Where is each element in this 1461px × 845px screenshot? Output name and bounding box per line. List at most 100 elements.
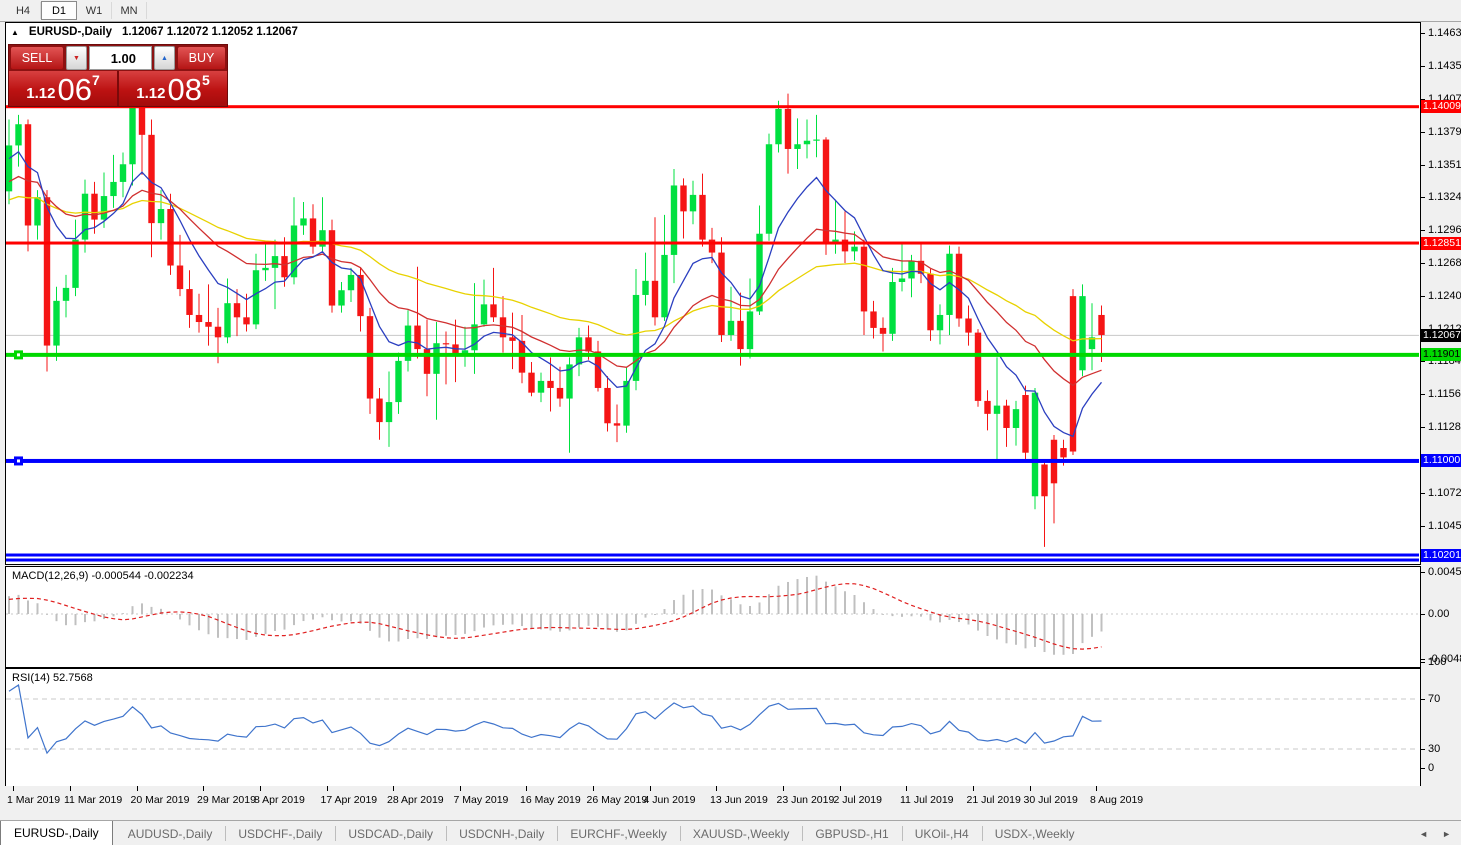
date-tick bbox=[839, 786, 841, 791]
candle-body bbox=[794, 144, 801, 149]
price-tick-label: 1.12400 bbox=[1428, 290, 1461, 303]
candle-body bbox=[72, 239, 79, 288]
candle-body bbox=[803, 140, 811, 145]
tab-scroll-right-icon[interactable]: ► bbox=[1442, 829, 1451, 839]
sell-price-display[interactable]: 1.12 06 7 bbox=[9, 71, 119, 106]
candle-body bbox=[224, 303, 231, 338]
rsi-tick-label: 70 bbox=[1428, 693, 1441, 705]
price-tick bbox=[1421, 361, 1425, 363]
date-tick-label: 20 Mar 2019 bbox=[130, 794, 190, 806]
candle-body bbox=[186, 289, 193, 315]
tab-scroll-controls: ◄ ► bbox=[1419, 821, 1461, 845]
candle-body bbox=[613, 423, 621, 426]
date-axis[interactable]: 1 Mar 2019 11 Mar 2019 20 Mar 2019 29 Mar 2… bbox=[5, 786, 1421, 818]
sell-button[interactable]: SELL bbox=[10, 46, 64, 70]
candle-body bbox=[936, 314, 944, 331]
price-tick bbox=[1421, 525, 1425, 527]
candle-body bbox=[1003, 405, 1010, 428]
price-tick bbox=[1421, 493, 1425, 495]
date-tick bbox=[393, 786, 394, 791]
chart-tab-usdcad-daily[interactable]: USDCAD-,Daily bbox=[335, 821, 446, 845]
collapse-triangle-icon[interactable]: ▲ bbox=[11, 28, 19, 37]
level-price-label: 1.11000 bbox=[1421, 454, 1461, 468]
date-tick-label: 11 Jul 2019 bbox=[900, 794, 954, 806]
candle-body bbox=[1031, 392, 1039, 497]
tab-scroll-left-icon[interactable]: ◄ bbox=[1419, 829, 1428, 839]
candle-body bbox=[993, 405, 1001, 414]
chart-tab-gbpusd-h1[interactable]: GBPUSD-,H1 bbox=[802, 821, 901, 845]
candle-body bbox=[813, 139, 820, 141]
level-line bbox=[6, 553, 1419, 557]
chart-tab-ukoil-h4[interactable]: UKOil-,H4 bbox=[901, 821, 982, 845]
timeframe-button-d1[interactable]: D1 bbox=[41, 1, 77, 20]
timeframe-button-h4[interactable]: H4 bbox=[6, 2, 41, 19]
chart-tab-usdcnh-daily[interactable]: USDCNH-,Daily bbox=[446, 821, 557, 845]
volume-decrease-button[interactable]: ▼ bbox=[66, 46, 87, 70]
rsi-tick bbox=[1421, 699, 1425, 700]
price-tick bbox=[1421, 230, 1425, 232]
candle-body bbox=[1060, 447, 1067, 458]
buy-price-pip: 5 bbox=[201, 72, 210, 88]
macd-tick-label: 0.004517 bbox=[1428, 565, 1461, 578]
ma-line bbox=[8, 150, 1103, 438]
level-line bbox=[6, 352, 1419, 357]
candle-body bbox=[1022, 395, 1029, 453]
level-price-label: 1.12851 bbox=[1421, 236, 1461, 250]
chart-tab-usdchf-daily[interactable]: USDCHF-,Daily bbox=[225, 821, 335, 845]
date-tick bbox=[526, 786, 527, 791]
candle-body bbox=[157, 209, 165, 224]
chart-ohlc-values: 1.12067 1.12072 1.12052 1.12067 bbox=[122, 26, 298, 38]
price-tick bbox=[1421, 197, 1425, 199]
volume-input[interactable]: 1.00 bbox=[89, 46, 152, 70]
candle-body bbox=[243, 317, 250, 325]
date-tick bbox=[716, 786, 717, 791]
price-tick-label: 1.14355 bbox=[1428, 59, 1461, 72]
date-tick bbox=[136, 786, 138, 791]
buy-button[interactable]: BUY bbox=[177, 46, 226, 70]
mt4-window: H4 D1 W1 MN ▲ EURUSD-,Daily 1.12067 1.12072… bbox=[0, 0, 1461, 845]
candle-body bbox=[974, 332, 982, 401]
candle-body bbox=[328, 230, 336, 306]
candle-body bbox=[718, 252, 725, 335]
candle-body bbox=[366, 316, 374, 399]
candle-body bbox=[148, 134, 155, 224]
candle-body bbox=[91, 193, 98, 220]
chart-tab-usdx-weekly[interactable]: USDX-,Weekly bbox=[981, 821, 1088, 845]
chart-tab-audusd-daily[interactable]: AUDUSD-,Daily bbox=[115, 821, 226, 845]
price-tick bbox=[1421, 131, 1425, 133]
level-price-label: 1.10201 bbox=[1421, 548, 1461, 562]
price-tick-label: 1.11285 bbox=[1428, 421, 1461, 434]
rsi-indicator-panel[interactable]: RSI(14) 52.7568 bbox=[5, 668, 1421, 787]
trade-price-row: 1.12 06 7 1.12 08 5 bbox=[9, 71, 227, 106]
date-tick bbox=[203, 786, 204, 791]
buy-price-display[interactable]: 1.12 08 5 bbox=[119, 71, 227, 106]
candle-body bbox=[233, 303, 241, 318]
chart-tab-xauusd-weekly[interactable]: XAUUSD-,Weekly bbox=[679, 821, 802, 845]
candle-body bbox=[870, 311, 877, 328]
candle-body bbox=[119, 164, 127, 182]
candle-body bbox=[898, 278, 906, 282]
candle-body bbox=[347, 274, 355, 291]
volume-increase-button[interactable]: ▲ bbox=[154, 46, 175, 70]
rsi-line bbox=[8, 683, 1102, 755]
price-tick bbox=[1421, 427, 1425, 429]
timeframe-button-mn[interactable]: MN bbox=[112, 2, 147, 19]
macd-tick bbox=[1421, 571, 1425, 573]
candle-body bbox=[271, 256, 279, 268]
candle-body bbox=[195, 314, 203, 323]
timeframe-button-w1[interactable]: W1 bbox=[77, 2, 112, 19]
chart-tab-eurusd-daily[interactable]: EURUSD-,Daily bbox=[0, 821, 113, 845]
price-axis[interactable]: 1.146351.143551.140751.137951.135151.132… bbox=[1421, 22, 1461, 796]
chart-tab-bar: EURUSD-,Daily AUDUSD-,Daily USDCHF-,Daily U… bbox=[0, 820, 1461, 845]
chart-tab-eurchf-weekly[interactable]: EURCHF-,Weekly bbox=[557, 821, 679, 845]
candle-body bbox=[784, 108, 792, 149]
candle-body bbox=[680, 185, 687, 212]
date-tick-label: 1 Mar 2019 bbox=[7, 794, 61, 806]
candle-body bbox=[423, 349, 431, 374]
candle-body bbox=[1012, 409, 1020, 428]
candle-body bbox=[689, 194, 697, 212]
macd-indicator-panel[interactable]: MACD(12,26,9) -0.000544 -0.002234 bbox=[5, 566, 1421, 668]
candle-body bbox=[623, 380, 630, 426]
candle-body bbox=[984, 400, 991, 414]
date-tick bbox=[592, 786, 594, 791]
